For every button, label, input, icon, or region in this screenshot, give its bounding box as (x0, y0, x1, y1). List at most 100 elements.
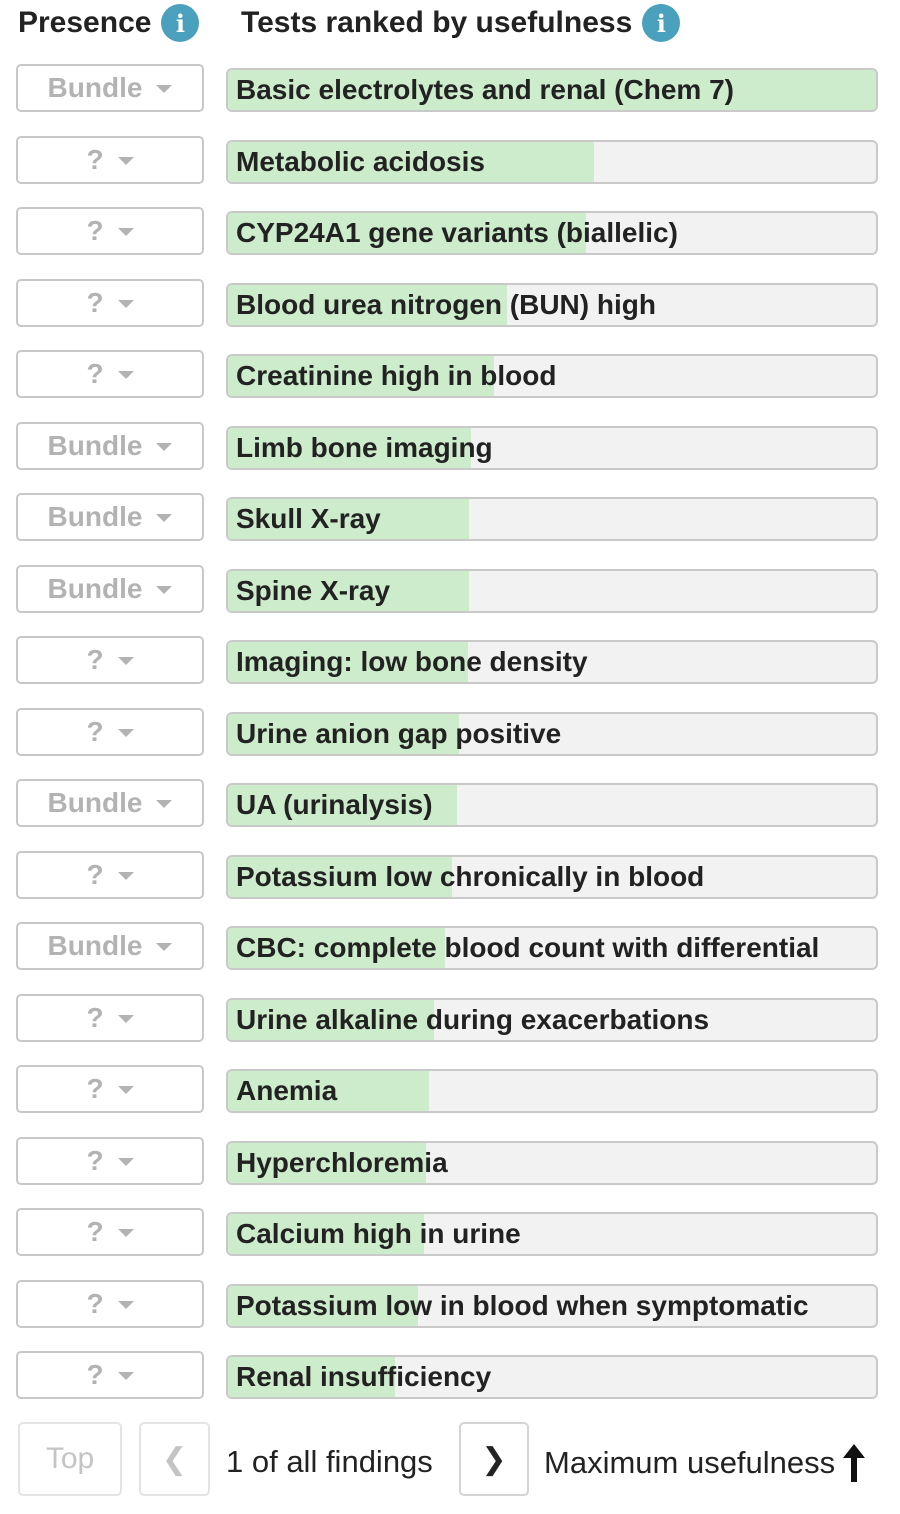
test-usefulness-bar[interactable]: Imaging: low bone density (226, 640, 878, 684)
test-name: Imaging: low bone density (236, 646, 588, 677)
presence-dropdown[interactable]: ? (16, 1065, 204, 1113)
presence-value: ? (86, 143, 104, 175)
test-name: Hyperchloremia (236, 1146, 448, 1178)
test-name: Limb bone imaging (236, 431, 493, 463)
test-name: Skull X-ray (236, 503, 381, 534)
presence-value: ? (86, 286, 104, 318)
presence-heading: Presence i (18, 4, 200, 42)
test-usefulness-bar[interactable]: Hyperchloremia (226, 1140, 878, 1185)
test-usefulness-bar[interactable]: Spine X-ray (226, 568, 878, 613)
presence-dropdown[interactable]: Bundle (16, 564, 204, 613)
test-usefulness-bar[interactable]: Anemia (226, 1069, 878, 1113)
chevron-right-icon: ❯ (481, 1442, 507, 1476)
caret-down-icon (117, 1157, 134, 1166)
test-usefulness-bar[interactable]: Calcium high in urine (226, 1212, 878, 1256)
test-row: ? Imaging: low bone density (0, 636, 900, 708)
caret-down-icon (156, 514, 173, 522)
test-name: CBC: complete blood count with different… (236, 932, 820, 963)
test-usefulness-bar[interactable]: Potassium low in blood when symptomatic (226, 1283, 878, 1328)
presence-dropdown[interactable]: Bundle (16, 922, 204, 970)
presence-value: ? (86, 715, 104, 747)
top-button[interactable]: Top (18, 1422, 122, 1496)
test-name: Potassium low chronically in blood (236, 860, 705, 892)
presence-value: Bundle (47, 429, 143, 461)
test-name: UA (urinalysis) (236, 789, 433, 820)
presence-dropdown[interactable]: ? (16, 1208, 204, 1256)
chevron-left-icon: ❮ (161, 1442, 188, 1476)
caret-down-icon (156, 442, 173, 451)
test-name: Creatinine high in blood (236, 360, 557, 391)
test-row: ? Potassium low chronically in blood (0, 850, 900, 923)
test-name: Metabolic acidosis (236, 145, 485, 177)
test-name: CYP24A1 gene variants (biallelic) (236, 217, 678, 248)
presence-dropdown[interactable]: ? (16, 993, 204, 1042)
presence-info-icon[interactable]: i (161, 4, 200, 42)
caret-down-icon (117, 1372, 134, 1380)
sort-label: Maximum usefulness (544, 1445, 836, 1480)
test-row: Bundle Spine X-ray (0, 564, 900, 637)
test-usefulness-bar[interactable]: Skull X-ray (226, 497, 878, 541)
caret-down-icon (117, 228, 134, 236)
caret-down-icon (117, 1086, 134, 1094)
test-usefulness-bar[interactable]: Metabolic acidosis (226, 139, 878, 184)
test-usefulness-bar[interactable]: Renal insufficiency (226, 1355, 878, 1399)
test-name: Calcium high in urine (236, 1218, 521, 1249)
test-usefulness-bar[interactable]: Blood urea nitrogen (BUN) high (226, 282, 878, 327)
presence-dropdown[interactable]: Bundle (16, 493, 204, 541)
test-name: Basic electrolytes and renal (Chem 7) (236, 74, 734, 105)
presence-dropdown[interactable]: ? (16, 1351, 204, 1399)
ranked-info-icon[interactable]: i (642, 4, 681, 42)
test-name: Anemia (236, 1075, 338, 1106)
test-list: Bundle Basic electrolytes and renal (Chem… (0, 64, 900, 1423)
test-usefulness-bar[interactable]: CYP24A1 gene variants (biallelic) (226, 211, 878, 255)
test-usefulness-bar[interactable]: Urine alkaline during exacerbations (226, 997, 878, 1042)
test-usefulness-bar[interactable]: Potassium low chronically in blood (226, 854, 878, 899)
test-row: ? Anemia (0, 1065, 900, 1137)
caret-down-icon (117, 371, 134, 379)
test-usefulness-bar[interactable]: CBC: complete blood count with different… (226, 926, 878, 970)
test-row: Bundle Skull X-ray (0, 493, 900, 565)
test-usefulness-bar[interactable]: UA (urinalysis) (226, 783, 878, 827)
caret-down-icon (156, 943, 173, 951)
presence-dropdown[interactable]: ? (16, 278, 204, 327)
caret-down-icon (117, 299, 134, 308)
test-usefulness-bar[interactable]: Urine anion gap positive (226, 711, 878, 756)
test-row: ? Urine alkaline during exacerbations (0, 993, 900, 1066)
presence-dropdown[interactable]: Bundle (16, 421, 204, 470)
presence-dropdown[interactable]: ? (16, 1279, 204, 1328)
presence-dropdown[interactable]: ? (16, 850, 204, 899)
presence-dropdown[interactable]: Bundle (16, 779, 204, 827)
test-row: ? CYP24A1 gene variants (biallelic) (0, 207, 900, 279)
test-row: ? Calcium high in urine (0, 1208, 900, 1280)
test-usefulness-bar[interactable]: Basic electrolytes and renal (Chem 7) (226, 68, 878, 112)
test-row: ? Renal insufficiency (0, 1351, 900, 1423)
presence-value: ? (86, 1359, 104, 1390)
presence-dropdown[interactable]: ? (16, 1136, 204, 1185)
presence-dropdown[interactable]: ? (16, 707, 204, 756)
caret-down-icon (117, 156, 134, 165)
caret-down-icon (117, 871, 134, 880)
previous-page-button[interactable]: ❮ (139, 1422, 210, 1496)
caret-down-icon (117, 657, 134, 665)
presence-dropdown[interactable]: ? (16, 207, 204, 255)
caret-down-icon (117, 1300, 134, 1309)
presence-dropdown[interactable]: ? (16, 636, 204, 684)
test-row: Bundle UA (urinalysis) (0, 779, 900, 851)
test-row: ? Blood urea nitrogen (BUN) high (0, 278, 900, 351)
test-usefulness-bar[interactable]: Creatinine high in blood (226, 354, 878, 398)
pagination-bar: Top ❮ 1 of all findings ❯ Maximum useful… (0, 1422, 900, 1500)
sort-order-toggle[interactable]: Maximum usefulness (544, 1444, 866, 1482)
test-name: Blood urea nitrogen (BUN) high (236, 288, 656, 320)
test-row: Bundle Limb bone imaging (0, 421, 900, 494)
presence-dropdown[interactable]: ? (16, 135, 204, 184)
presence-value: ? (86, 215, 104, 246)
presence-value: Bundle (47, 501, 143, 532)
presence-dropdown[interactable]: ? (16, 350, 204, 398)
presence-title: Presence (18, 6, 152, 39)
presence-dropdown[interactable]: Bundle (16, 64, 204, 112)
page-status: 1 of all findings (226, 1444, 433, 1479)
test-usefulness-bar[interactable]: Limb bone imaging (226, 425, 878, 470)
next-page-button[interactable]: ❯ (459, 1422, 529, 1496)
test-row: ? Urine anion gap positive (0, 707, 900, 780)
caret-down-icon (156, 800, 173, 808)
